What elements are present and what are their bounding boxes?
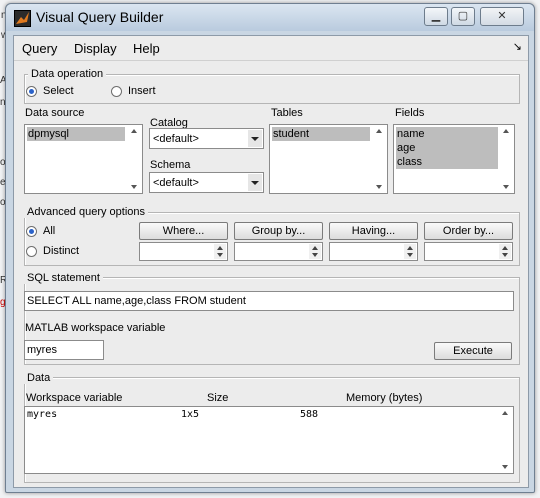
select-radio-label: Select [43, 85, 74, 97]
where-button[interactable]: Where... [139, 222, 228, 240]
row-size: 1x5 [181, 409, 200, 420]
advanced-options-title: Advanced query options [24, 206, 149, 218]
menu-display[interactable]: Display [74, 41, 117, 56]
distinct-radio[interactable] [26, 246, 37, 257]
group-by-field[interactable] [234, 242, 323, 261]
scroll-down-icon[interactable] [503, 185, 509, 189]
having-field[interactable] [329, 242, 418, 261]
table-row[interactable]: myres 1x5 588 [25, 408, 495, 422]
order-by-field[interactable] [424, 242, 513, 261]
workspace-variable-value: myres [27, 344, 57, 356]
workspace-variable-input[interactable]: myres [24, 340, 104, 360]
window-title: Visual Query Builder [36, 9, 164, 25]
column-header: Memory (bytes) [346, 392, 423, 404]
scroll-down-icon[interactable] [131, 185, 137, 189]
client-area: Query Display Help ↘ Data operation Sele… [13, 35, 529, 488]
menu-query[interactable]: Query [22, 41, 57, 56]
list-item[interactable]: name [396, 127, 498, 141]
all-radio[interactable] [26, 226, 37, 237]
catalog-value: <default> [153, 133, 199, 145]
list-item[interactable]: dpmysql [27, 127, 125, 141]
fields-list[interactable]: name age class [393, 124, 515, 194]
group-by-button[interactable]: Group by... [234, 222, 323, 240]
schema-select[interactable]: <default> [149, 172, 264, 193]
menu-bar: Query Display Help ↘ [14, 36, 528, 61]
insert-radio[interactable] [111, 86, 122, 97]
order-by-button[interactable]: Order by... [424, 222, 513, 240]
scrollbar[interactable] [373, 126, 386, 192]
tables-label: Tables [271, 107, 303, 119]
minimize-button[interactable]: ▁ [424, 7, 448, 26]
minimize-icon: ▁ [431, 10, 441, 22]
schema-label: Schema [150, 159, 191, 171]
column-header: Size [207, 392, 229, 404]
maximize-button[interactable]: ▢ [451, 7, 475, 26]
chevron-down-icon[interactable] [248, 130, 262, 147]
sql-statement-title: SQL statement [24, 272, 103, 284]
fields-label: Fields [395, 107, 425, 119]
scroll-down-icon[interactable] [376, 185, 382, 189]
scroll-up-icon[interactable] [503, 129, 509, 133]
close-icon: ✕ [497, 10, 507, 22]
data-source-label: Data source [25, 107, 85, 119]
scroll-up-icon[interactable] [502, 411, 508, 415]
visual-query-builder-window: Visual Query Builder ▁ ▢ ✕ Query Display… [5, 3, 535, 493]
matlab-app-icon [14, 10, 31, 27]
list-item[interactable]: age [396, 141, 498, 155]
scroll-up-icon[interactable] [376, 129, 382, 133]
tables-list[interactable]: student [269, 124, 388, 194]
dock-icon[interactable]: ↘ [513, 40, 522, 53]
scroll-down-icon[interactable] [502, 465, 508, 469]
schema-value: <default> [153, 177, 199, 189]
all-radio-label: All [43, 225, 56, 237]
data-title: Data [24, 372, 54, 384]
workspace-data-list[interactable]: myres 1x5 588 [24, 406, 514, 474]
data-source-list[interactable]: dpmysql [24, 124, 143, 194]
chevron-down-icon[interactable] [248, 174, 262, 191]
execute-button[interactable]: Execute [434, 342, 512, 360]
select-radio[interactable] [26, 86, 37, 97]
sql-statement-text: SELECT ALL name,age,class FROM student [27, 295, 246, 307]
menu-help[interactable]: Help [133, 41, 160, 56]
where-field[interactable] [139, 242, 228, 261]
list-item[interactable]: class [396, 155, 498, 169]
catalog-select[interactable]: <default> [149, 128, 264, 149]
workspace-variable-label: MATLAB workspace variable [25, 322, 166, 334]
scrollbar[interactable] [500, 126, 513, 192]
distinct-radio-label: Distinct [43, 245, 80, 257]
insert-radio-label: Insert [128, 85, 156, 97]
row-memory: 588 [300, 409, 319, 420]
list-item[interactable]: student [272, 127, 370, 141]
spinner-icon[interactable] [309, 244, 321, 259]
having-button[interactable]: Having... [329, 222, 418, 240]
spinner-icon[interactable] [404, 244, 416, 259]
scroll-up-icon[interactable] [131, 129, 137, 133]
spinner-icon[interactable] [499, 244, 511, 259]
title-bar[interactable]: Visual Query Builder ▁ ▢ ✕ [6, 4, 534, 31]
column-header: Workspace variable [26, 392, 123, 404]
row-variable: myres [27, 409, 58, 420]
data-operation-title: Data operation [28, 68, 107, 80]
close-button[interactable]: ✕ [480, 7, 524, 26]
scrollbar[interactable] [499, 408, 512, 472]
maximize-icon: ▢ [457, 10, 469, 22]
spinner-icon[interactable] [214, 244, 226, 259]
sql-statement-field[interactable]: SELECT ALL name,age,class FROM student [24, 291, 514, 311]
scrollbar[interactable] [128, 126, 141, 192]
